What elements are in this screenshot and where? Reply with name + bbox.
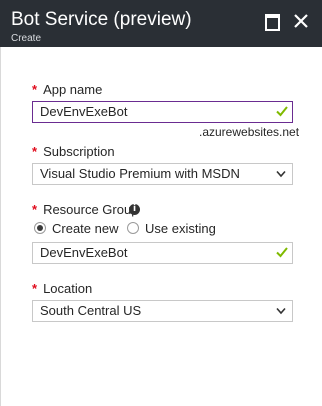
resource-group-value: DevEnvExeBot (40, 245, 128, 260)
subscription-label: * Subscription (32, 144, 115, 159)
location-select[interactable]: South Central US (32, 300, 293, 322)
resource-group-label: * Resource Group (32, 202, 138, 217)
close-icon (294, 14, 308, 28)
location-label: * Location (32, 281, 92, 296)
subscription-select[interactable]: Visual Studio Premium with MSDN (32, 163, 293, 185)
radio-use-existing-label: Use existing (145, 221, 216, 236)
location-label-text: Location (43, 281, 93, 296)
chevron-down-icon (276, 307, 286, 315)
subscription-label-text: Subscription (43, 144, 115, 159)
required-marker: * (32, 202, 38, 217)
location-value: South Central US (40, 303, 142, 318)
valid-check-icon (276, 247, 288, 258)
valid-check-icon (276, 106, 288, 117)
blade-subtitle: Create (11, 33, 42, 44)
maximize-button[interactable] (262, 11, 282, 31)
chevron-down-icon (276, 170, 286, 178)
blade-header: Bot Service (preview) Create (0, 0, 322, 47)
radio-create-new-button[interactable] (34, 222, 46, 234)
required-marker: * (32, 281, 38, 296)
app-name-label: * App name (32, 82, 102, 97)
app-name-domain-suffix: .azurewebsites.net (199, 125, 300, 139)
required-marker: * (32, 82, 38, 97)
resource-group-label-text: Resource Group (43, 202, 139, 217)
info-icon[interactable]: i (129, 204, 140, 215)
app-name-label-text: App name (43, 82, 103, 97)
required-marker: * (32, 144, 38, 159)
blade-left-border (0, 47, 1, 406)
app-name-value: DevEnvExeBot (40, 104, 128, 119)
blade-title: Bot Service (preview) (11, 9, 192, 30)
maximize-icon (265, 14, 280, 31)
app-name-input[interactable]: DevEnvExeBot (32, 101, 293, 123)
radio-create-new-label: Create new (52, 221, 119, 236)
resource-group-input[interactable]: DevEnvExeBot (32, 242, 293, 264)
close-button[interactable] (291, 11, 311, 31)
subscription-value: Visual Studio Premium with MSDN (40, 166, 240, 181)
radio-use-existing-button[interactable] (127, 222, 139, 234)
